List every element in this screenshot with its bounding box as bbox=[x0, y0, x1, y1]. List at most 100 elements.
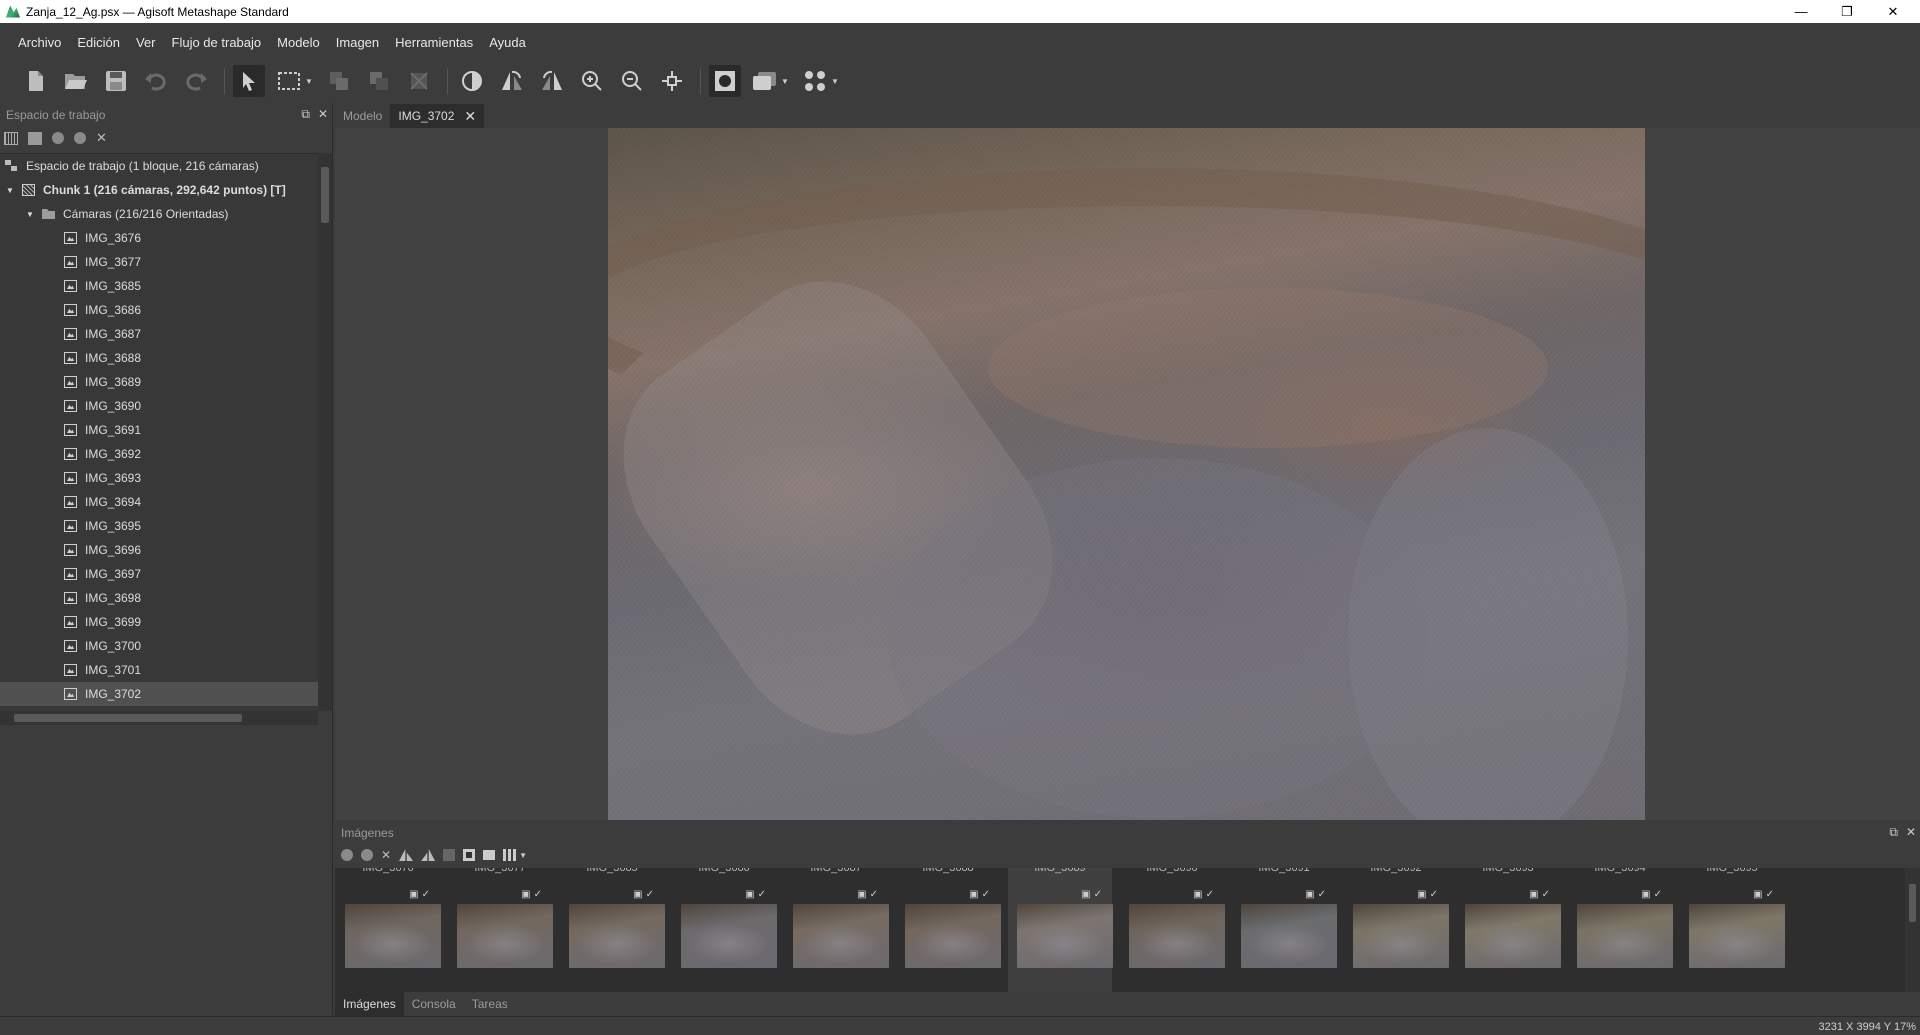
camera-item[interactable]: IMG_3695 bbox=[0, 514, 318, 538]
camera-item[interactable]: IMG_3687 bbox=[0, 322, 318, 346]
camera-item[interactable]: IMG_3699 bbox=[0, 610, 318, 634]
scroll-thumb[interactable] bbox=[321, 167, 329, 223]
camera-item[interactable]: IMG_3701 bbox=[0, 658, 318, 682]
subtract-selection-icon[interactable] bbox=[363, 65, 395, 97]
rotate-left-icon[interactable] bbox=[496, 65, 528, 97]
camera-item[interactable]: IMG_3692 bbox=[0, 442, 318, 466]
thumbnail-item[interactable]: IMG_3692 ▣ ✓ bbox=[1344, 868, 1449, 992]
shaded-mode-icon[interactable] bbox=[749, 65, 781, 97]
add-selection-icon[interactable] bbox=[323, 65, 355, 97]
thumbnail-item[interactable]: IMG_3685 ▣ ✓ bbox=[560, 868, 665, 992]
camera-item[interactable]: IMG_3698 bbox=[0, 586, 318, 610]
camera-item[interactable]: IMG_3686 bbox=[0, 298, 318, 322]
redo-icon[interactable] bbox=[180, 65, 212, 97]
menu-archivo[interactable]: Archivo bbox=[10, 35, 69, 50]
camera-item[interactable]: IMG_3702 bbox=[0, 682, 318, 706]
menu-herramientas[interactable]: Herramientas bbox=[387, 35, 481, 50]
photo-view-icon[interactable] bbox=[483, 850, 496, 860]
workspace-root-item[interactable]: Espacio de trabajo (1 bloque, 216 cámara… bbox=[0, 154, 318, 178]
camera-item[interactable]: IMG_3690 bbox=[0, 394, 318, 418]
collapse-arrow-icon[interactable]: ▼ bbox=[6, 186, 16, 195]
camera-item[interactable]: IMG_3694 bbox=[0, 490, 318, 514]
remove-items-icon[interactable]: ✕ bbox=[96, 130, 107, 146]
camera-item[interactable]: IMG_3688 bbox=[0, 346, 318, 370]
intersect-selection-icon[interactable] bbox=[403, 65, 435, 97]
collapse-arrow-icon[interactable]: ▼ bbox=[26, 210, 36, 219]
mask-icon[interactable] bbox=[463, 849, 476, 861]
trench-photo[interactable] bbox=[608, 128, 1645, 820]
camera-item[interactable]: IMG_3689 bbox=[0, 370, 318, 394]
thumbnail-item[interactable]: IMG_3676 ▣ ✓ bbox=[336, 868, 441, 992]
cameras-folder-item[interactable]: ▼ Cámaras (216/216 Orientadas) bbox=[0, 202, 318, 226]
compare-icon[interactable] bbox=[443, 849, 456, 861]
rectangle-select-icon[interactable] bbox=[273, 65, 305, 97]
tree-horizontal-scrollbar[interactable] bbox=[0, 711, 318, 725]
thumbnail-item[interactable]: IMG_3690 ▣ ✓ bbox=[1120, 868, 1225, 992]
close-tab-icon[interactable]: ✕ bbox=[464, 108, 476, 125]
tab-tareas[interactable]: Tareas bbox=[464, 992, 516, 1016]
thumbnail-vertical-scrollbar[interactable] bbox=[1905, 868, 1920, 992]
tab-img-3702[interactable]: IMG_3702 ✕ bbox=[390, 104, 485, 128]
chunk-item[interactable]: ▼ Chunk 1 (216 cámaras, 292,642 puntos) … bbox=[0, 178, 318, 202]
float-panel-icon[interactable]: ⧉ bbox=[301, 107, 310, 122]
close-panel-icon[interactable]: ✕ bbox=[318, 107, 328, 122]
thumbnail-item[interactable]: IMG_3688 ▣ ✓ bbox=[896, 868, 1001, 992]
photo-viewer[interactable] bbox=[335, 128, 1920, 820]
remove-icon[interactable]: ✕ bbox=[381, 848, 391, 862]
menu-modelo[interactable]: Modelo bbox=[269, 35, 328, 50]
close-window-button[interactable]: ✕ bbox=[1870, 0, 1916, 23]
enable-icon[interactable] bbox=[341, 849, 353, 861]
pointer-icon[interactable] bbox=[233, 65, 265, 97]
menu-ayuda[interactable]: Ayuda bbox=[481, 35, 534, 50]
close-panel-icon[interactable]: ✕ bbox=[1906, 825, 1916, 840]
camera-item[interactable]: IMG_3677 bbox=[0, 250, 318, 274]
menu-flujo-de-trabajo[interactable]: Flujo de trabajo bbox=[164, 35, 270, 50]
thumbnail-item[interactable]: IMG_3694 ▣ ✓ bbox=[1568, 868, 1673, 992]
camera-item[interactable]: IMG_3697 bbox=[0, 562, 318, 586]
zoom-out-icon[interactable] bbox=[616, 65, 648, 97]
float-panel-icon[interactable]: ⧉ bbox=[1889, 825, 1898, 840]
add-photos-icon[interactable] bbox=[28, 131, 42, 145]
camera-item[interactable]: IMG_3693 bbox=[0, 466, 318, 490]
camera-item[interactable]: IMG_3700 bbox=[0, 634, 318, 658]
thumbnail-item[interactable]: IMG_3686 ▣ ✓ bbox=[672, 868, 777, 992]
menu-imagen[interactable]: Imagen bbox=[328, 35, 387, 50]
rotate-left-icon[interactable] bbox=[399, 849, 414, 861]
thumbnail-item[interactable]: IMG_3695 ▣ ✓ bbox=[1680, 868, 1785, 992]
disable-cameras-icon[interactable] bbox=[74, 132, 86, 144]
rotate-right-icon[interactable] bbox=[421, 849, 436, 861]
save-icon[interactable] bbox=[100, 65, 132, 97]
scroll-thumb[interactable] bbox=[14, 714, 242, 722]
zoom-in-icon[interactable] bbox=[576, 65, 608, 97]
tab-consola[interactable]: Consola bbox=[404, 992, 464, 1016]
points-dropdown-icon[interactable]: ▼ bbox=[831, 77, 841, 86]
restore-button[interactable]: ❐ bbox=[1824, 0, 1870, 23]
points-icon[interactable] bbox=[799, 65, 831, 97]
disable-icon[interactable] bbox=[361, 849, 373, 861]
mask-icon[interactable] bbox=[709, 65, 741, 97]
thumbnail-item[interactable]: IMG_3693 ▣ ✓ bbox=[1456, 868, 1561, 992]
tab-modelo[interactable]: Modelo bbox=[335, 104, 390, 128]
thumbnail-item[interactable]: IMG_3689 ▣ ✓ bbox=[1008, 868, 1113, 992]
enable-cameras-icon[interactable] bbox=[52, 132, 64, 144]
open-icon[interactable] bbox=[60, 65, 92, 97]
grid-view-icon[interactable] bbox=[503, 849, 518, 861]
minimize-button[interactable]: — bbox=[1778, 0, 1824, 23]
view-dropdown-icon[interactable]: ▼ bbox=[519, 851, 527, 860]
camera-item[interactable]: IMG_3696 bbox=[0, 538, 318, 562]
camera-item[interactable]: IMG_3691 bbox=[0, 418, 318, 442]
thumbnail-item[interactable]: IMG_3687 ▣ ✓ bbox=[784, 868, 889, 992]
add-chunk-icon[interactable] bbox=[4, 131, 18, 145]
scroll-thumb[interactable] bbox=[1909, 884, 1916, 922]
tree-vertical-scrollbar[interactable] bbox=[318, 153, 332, 711]
view-mode-dropdown-icon[interactable]: ▼ bbox=[781, 77, 791, 86]
thumbnail-item[interactable]: IMG_3691 ▣ ✓ bbox=[1232, 868, 1337, 992]
tab-imagenes[interactable]: Imágenes bbox=[335, 992, 404, 1016]
select-mode-dropdown-icon[interactable]: ▼ bbox=[305, 77, 315, 86]
reset-view-icon[interactable] bbox=[656, 65, 688, 97]
camera-item[interactable]: IMG_3676 bbox=[0, 226, 318, 250]
undo-icon[interactable] bbox=[140, 65, 172, 97]
rotate-right-icon[interactable] bbox=[536, 65, 568, 97]
menu-edicion[interactable]: Edición bbox=[69, 35, 128, 50]
new-icon[interactable] bbox=[20, 65, 52, 97]
